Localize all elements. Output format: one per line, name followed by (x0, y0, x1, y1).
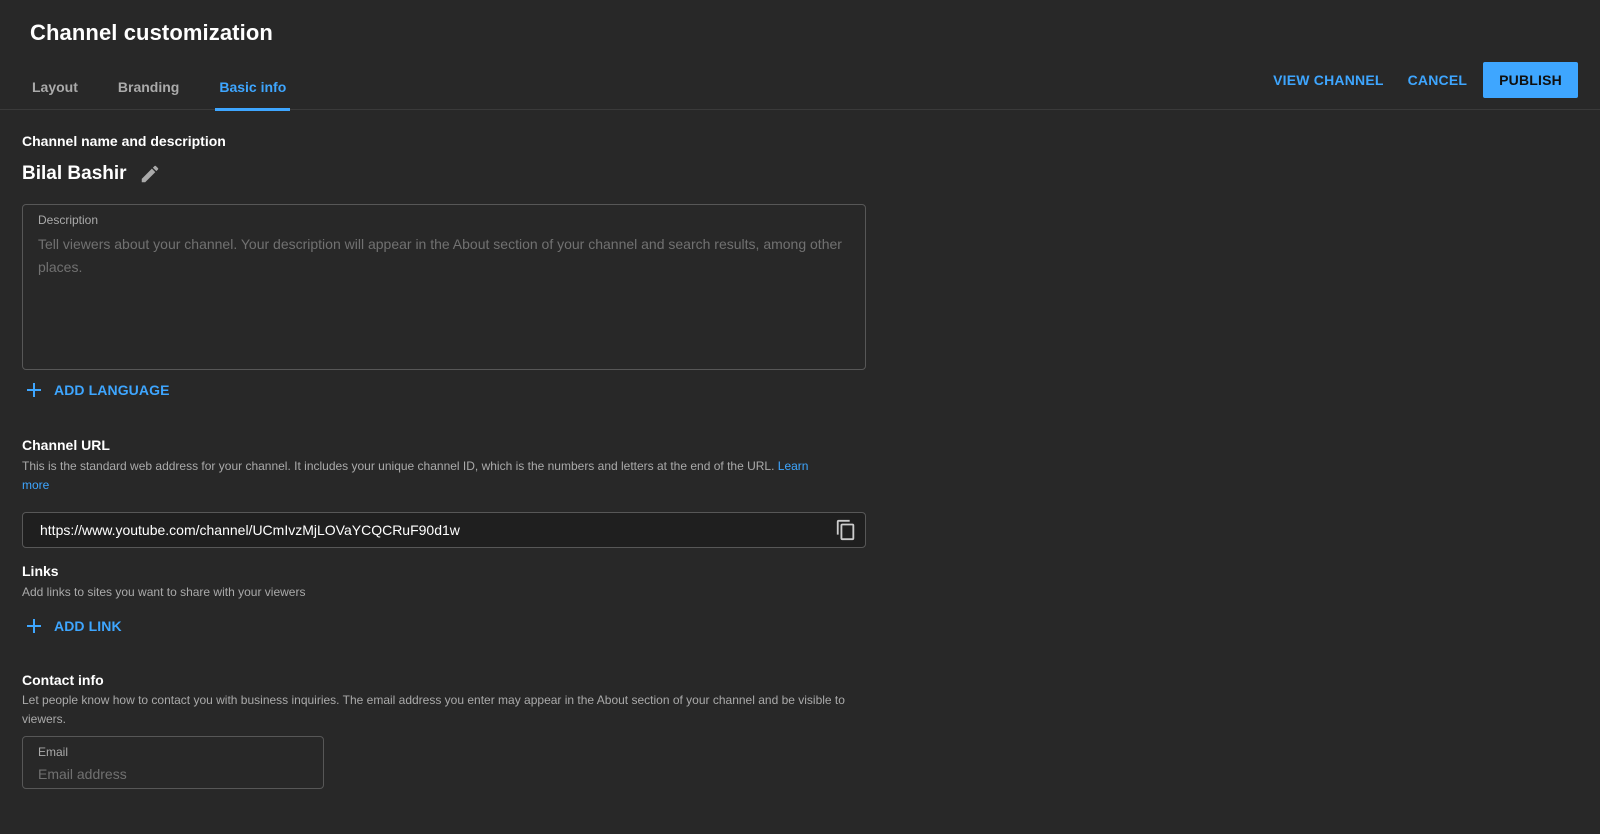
channel-customization-page: Channel customization Layout Branding Ba… (0, 0, 1600, 834)
add-language-label: ADD LANGUAGE (54, 382, 170, 398)
description-placeholder: Tell viewers about your channel. Your de… (38, 236, 842, 275)
contact-section-title: Contact info (22, 672, 104, 688)
tab-bar: Layout Branding Basic info (12, 70, 306, 111)
description-textarea[interactable]: Description Tell viewers about your chan… (22, 204, 866, 370)
url-section-description: This is the standard web address for you… (22, 457, 837, 495)
tab-layout[interactable]: Layout (12, 70, 98, 110)
page-title: Channel customization (30, 20, 273, 45)
email-placeholder: Email address (38, 766, 127, 782)
add-link-button[interactable]: ADD LINK (22, 616, 122, 636)
plus-icon (27, 619, 41, 633)
add-link-label: ADD LINK (54, 618, 122, 634)
add-language-button[interactable]: ADD LANGUAGE (22, 380, 170, 400)
url-description-text: This is the standard web address for you… (22, 459, 775, 473)
url-section-title: Channel URL (22, 437, 110, 453)
tab-basic-info[interactable]: Basic info (199, 70, 306, 111)
contact-section-description: Let people know how to contact you with … (22, 693, 845, 726)
pencil-icon[interactable] (139, 163, 161, 185)
description-label: Description (38, 213, 99, 227)
email-label: Email (38, 745, 69, 759)
email-field[interactable]: Email Email address (22, 736, 324, 789)
publish-button[interactable]: PUBLISH (1483, 62, 1578, 98)
channel-name: Bilal Bashir (22, 163, 127, 184)
channel-url-field[interactable]: https://www.youtube.com/channel/UCmIvzMj… (22, 512, 866, 548)
view-channel-button[interactable]: VIEW CHANNEL (1261, 62, 1396, 98)
name-section-title: Channel name and description (22, 133, 226, 149)
links-section-title: Links (22, 563, 59, 579)
channel-name-row: Bilal Bashir (22, 160, 161, 188)
copy-icon[interactable] (835, 519, 857, 541)
header-actions: VIEW CHANNEL CANCEL PUBLISH (1261, 62, 1578, 98)
page-header: Channel customization Layout Branding Ba… (0, 0, 1600, 111)
links-section-description: Add links to sites you want to share wit… (22, 585, 306, 599)
tab-branding[interactable]: Branding (98, 70, 199, 110)
plus-icon (27, 383, 41, 397)
channel-url-value: https://www.youtube.com/channel/UCmIvzMj… (40, 522, 460, 538)
cancel-button[interactable]: CANCEL (1396, 62, 1480, 98)
